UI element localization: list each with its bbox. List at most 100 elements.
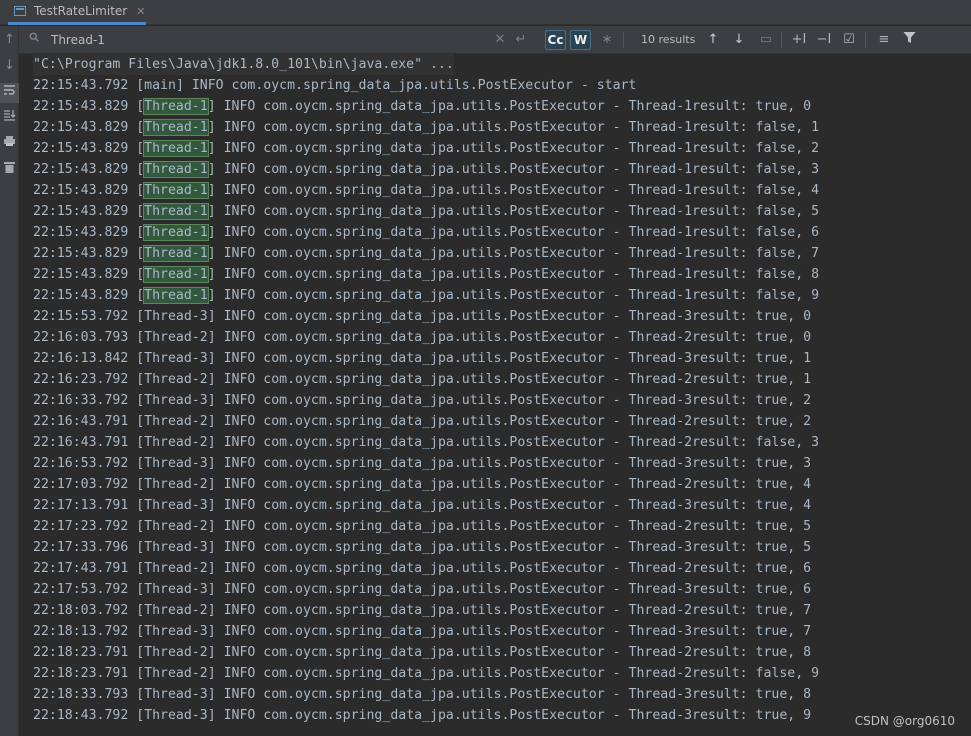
log-message: ] INFO com.oycm.spring_data_jpa.utils.Po… (207, 498, 812, 513)
log-time: 22:15:43.829 (33, 162, 129, 177)
scroll-to-end-icon[interactable] (0, 108, 19, 128)
log-line: 22:15:53.792 [Thread-3] INFO com.oycm.sp… (33, 309, 812, 324)
arrow-down-icon[interactable]: ↓ (731, 31, 747, 49)
log-time: 22:17:43.791 (33, 561, 129, 576)
close-icon[interactable]: ✕ (136, 5, 145, 18)
log-line: 22:18:23.791 [Thread-2] INFO com.oycm.sp… (33, 666, 820, 681)
log-thread: Thread-2 (144, 603, 208, 618)
log-message: ] INFO com.oycm.spring_data_jpa.utils.Po… (207, 141, 820, 156)
clear-icon[interactable]: ✕ (493, 31, 507, 49)
console-toolbar: ↑ ↓ (0, 26, 19, 736)
log-message: ] INFO com.oycm.spring_data_jpa.utils.Po… (207, 666, 820, 681)
log-message: ] INFO com.oycm.spring_data_jpa.utils.Po… (207, 246, 820, 261)
log-line: 22:16:23.792 [Thread-2] INFO com.oycm.sp… (33, 372, 812, 387)
whole-words-toggle[interactable]: W (570, 30, 591, 50)
log-message: ] INFO com.oycm.spring_data_jpa.utils.Po… (207, 120, 820, 135)
log-line: 22:15:43.829 [Thread-1] INFO com.oycm.sp… (33, 119, 820, 136)
log-message: ] INFO com.oycm.spring_data_jpa.utils.Po… (207, 183, 820, 198)
log-thread: Thread-3 (144, 624, 208, 639)
log-message: ] INFO com.oycm.spring_data_jpa.utils.Po… (207, 162, 820, 177)
log-line: 22:17:43.791 [Thread-2] INFO com.oycm.sp… (33, 561, 812, 576)
log-line: 22:18:43.792 [Thread-3] INFO com.oycm.sp… (33, 708, 812, 723)
log-thread: Thread-1 (143, 140, 209, 157)
print-icon[interactable] (0, 134, 19, 154)
log-thread: Thread-1 (143, 287, 209, 304)
arrow-up-icon[interactable]: ↑ (0, 30, 19, 50)
match-case-toggle[interactable]: Cc (545, 30, 566, 50)
log-message: ] INFO com.oycm.spring_data_jpa.utils.Po… (207, 351, 812, 366)
log-line: 22:18:03.792 [Thread-2] INFO com.oycm.sp… (33, 603, 812, 618)
log-time: 22:17:33.796 (33, 540, 129, 555)
soft-wrap-icon[interactable] (0, 83, 19, 103)
arrow-down-icon[interactable]: ↓ (0, 56, 19, 76)
log-message: ] INFO com.oycm.spring_data_jpa.utils.Po… (207, 225, 820, 240)
newline-icon[interactable]: ↵ (513, 31, 529, 49)
tab-test-rate-limiter[interactable]: TestRateLimiter ✕ (8, 0, 146, 25)
log-time: 22:18:23.791 (33, 645, 129, 660)
log-time: 22:18:23.791 (33, 666, 129, 681)
log-message: ] INFO com.oycm.spring_data_jpa.utils.Po… (207, 99, 812, 114)
search-icon[interactable] (29, 32, 39, 42)
log-message: ] INFO com.oycm.spring_data_jpa.utils.Po… (207, 687, 812, 702)
log-time: 22:16:23.792 (33, 372, 129, 387)
log-thread: Thread-1 (143, 161, 209, 178)
log-time: 22:15:43.829 (33, 99, 129, 114)
log-message: ] INFO com.oycm.spring_data_jpa.utils.Po… (207, 309, 812, 324)
trash-icon[interactable] (0, 160, 19, 180)
log-thread: Thread-3 (144, 309, 208, 324)
search-input[interactable] (51, 30, 351, 50)
filter-lines-icon[interactable]: ≡ (875, 31, 893, 49)
log-line: 22:17:33.796 [Thread-3] INFO com.oycm.sp… (33, 540, 812, 555)
log-line: 22:15:43.829 [Thread-1] INFO com.oycm.sp… (33, 203, 820, 220)
log-message: ] INFO com.oycm.spring_data_jpa.utils.Po… (207, 435, 820, 450)
log-thread: Thread-3 (144, 582, 208, 597)
arrow-up-icon[interactable]: ↑ (705, 31, 721, 49)
log-message: ] INFO com.oycm.spring_data_jpa.utils.Po… (207, 414, 812, 429)
log-time: 22:18:13.792 (33, 624, 129, 639)
log-thread: Thread-2 (144, 435, 208, 450)
log-line: 22:18:13.792 [Thread-3] INFO com.oycm.sp… (33, 624, 812, 639)
log-time: 22:18:33.793 (33, 687, 129, 702)
log-line: 22:15:43.829 [Thread-1] INFO com.oycm.sp… (33, 287, 820, 304)
log-line: 22:15:43.829 [Thread-1] INFO com.oycm.sp… (33, 224, 820, 241)
log-thread: Thread-2 (144, 519, 208, 534)
log-time: 22:17:13.791 (33, 498, 129, 513)
log-time: 22:18:43.792 (33, 708, 129, 723)
log-thread: Thread-3 (144, 456, 208, 471)
log-message: ] INFO com.oycm.spring_data_jpa.utils.Po… (207, 267, 820, 282)
add-occurrence-icon[interactable]: +I (790, 31, 808, 49)
log-line: 22:16:13.842 [Thread-3] INFO com.oycm.sp… (33, 351, 812, 366)
log-line: 22:15:43.792 [main] INFO com.oycm.spring… (33, 78, 637, 93)
log-time: 22:15:43.829 (33, 246, 129, 261)
log-message: ] INFO com.oycm.spring_data_jpa.utils.Po… (207, 603, 812, 618)
log-time: 22:17:03.792 (33, 477, 129, 492)
log-time: 22:16:53.792 (33, 456, 129, 471)
find-bar: ✕ ↵ ∗ Cc W 10 results ↑ ↓ ▭ +I −I ☑ ≡ (19, 26, 971, 54)
filter-icon[interactable] (901, 31, 917, 49)
log-time: 22:16:03.793 (33, 330, 129, 345)
log-thread: Thread-1 (143, 119, 209, 136)
log-time: 22:16:33.792 (33, 393, 129, 408)
log-thread: Thread-3 (144, 498, 208, 513)
log-thread: Thread-2 (144, 477, 208, 492)
log-line: 22:15:43.829 [Thread-1] INFO com.oycm.sp… (33, 161, 820, 178)
log-line: 22:16:43.791 [Thread-2] INFO com.oycm.sp… (33, 435, 820, 450)
log-thread: Thread-2 (144, 414, 208, 429)
select-all-occurrences-icon[interactable]: ☑ (840, 31, 858, 49)
log-thread: Thread-1 (143, 182, 209, 199)
separator (865, 32, 866, 48)
log-thread: main (144, 78, 176, 93)
log-line: 22:18:33.793 [Thread-3] INFO com.oycm.sp… (33, 687, 812, 702)
regex-icon[interactable]: ∗ (599, 31, 615, 49)
command-line: "C:\Program Files\Java\jdk1.8.0_101\bin\… (33, 54, 454, 75)
select-all-icon[interactable]: ▭ (758, 31, 774, 49)
search-results-count: 10 results (641, 33, 696, 46)
log-time: 22:15:43.829 (33, 267, 129, 282)
log-message: ] INFO com.oycm.spring_data_jpa.utils.Po… (207, 540, 812, 555)
tab-bar: TestRateLimiter ✕ (0, 0, 971, 25)
console-output[interactable]: "C:\Program Files\Java\jdk1.8.0_101\bin\… (19, 54, 971, 736)
log-thread: Thread-3 (144, 687, 208, 702)
log-time: 22:17:53.792 (33, 582, 129, 597)
remove-occurrence-icon[interactable]: −I (815, 31, 833, 49)
log-message: ] INFO com.oycm.spring_data_jpa.utils.Po… (207, 645, 812, 660)
